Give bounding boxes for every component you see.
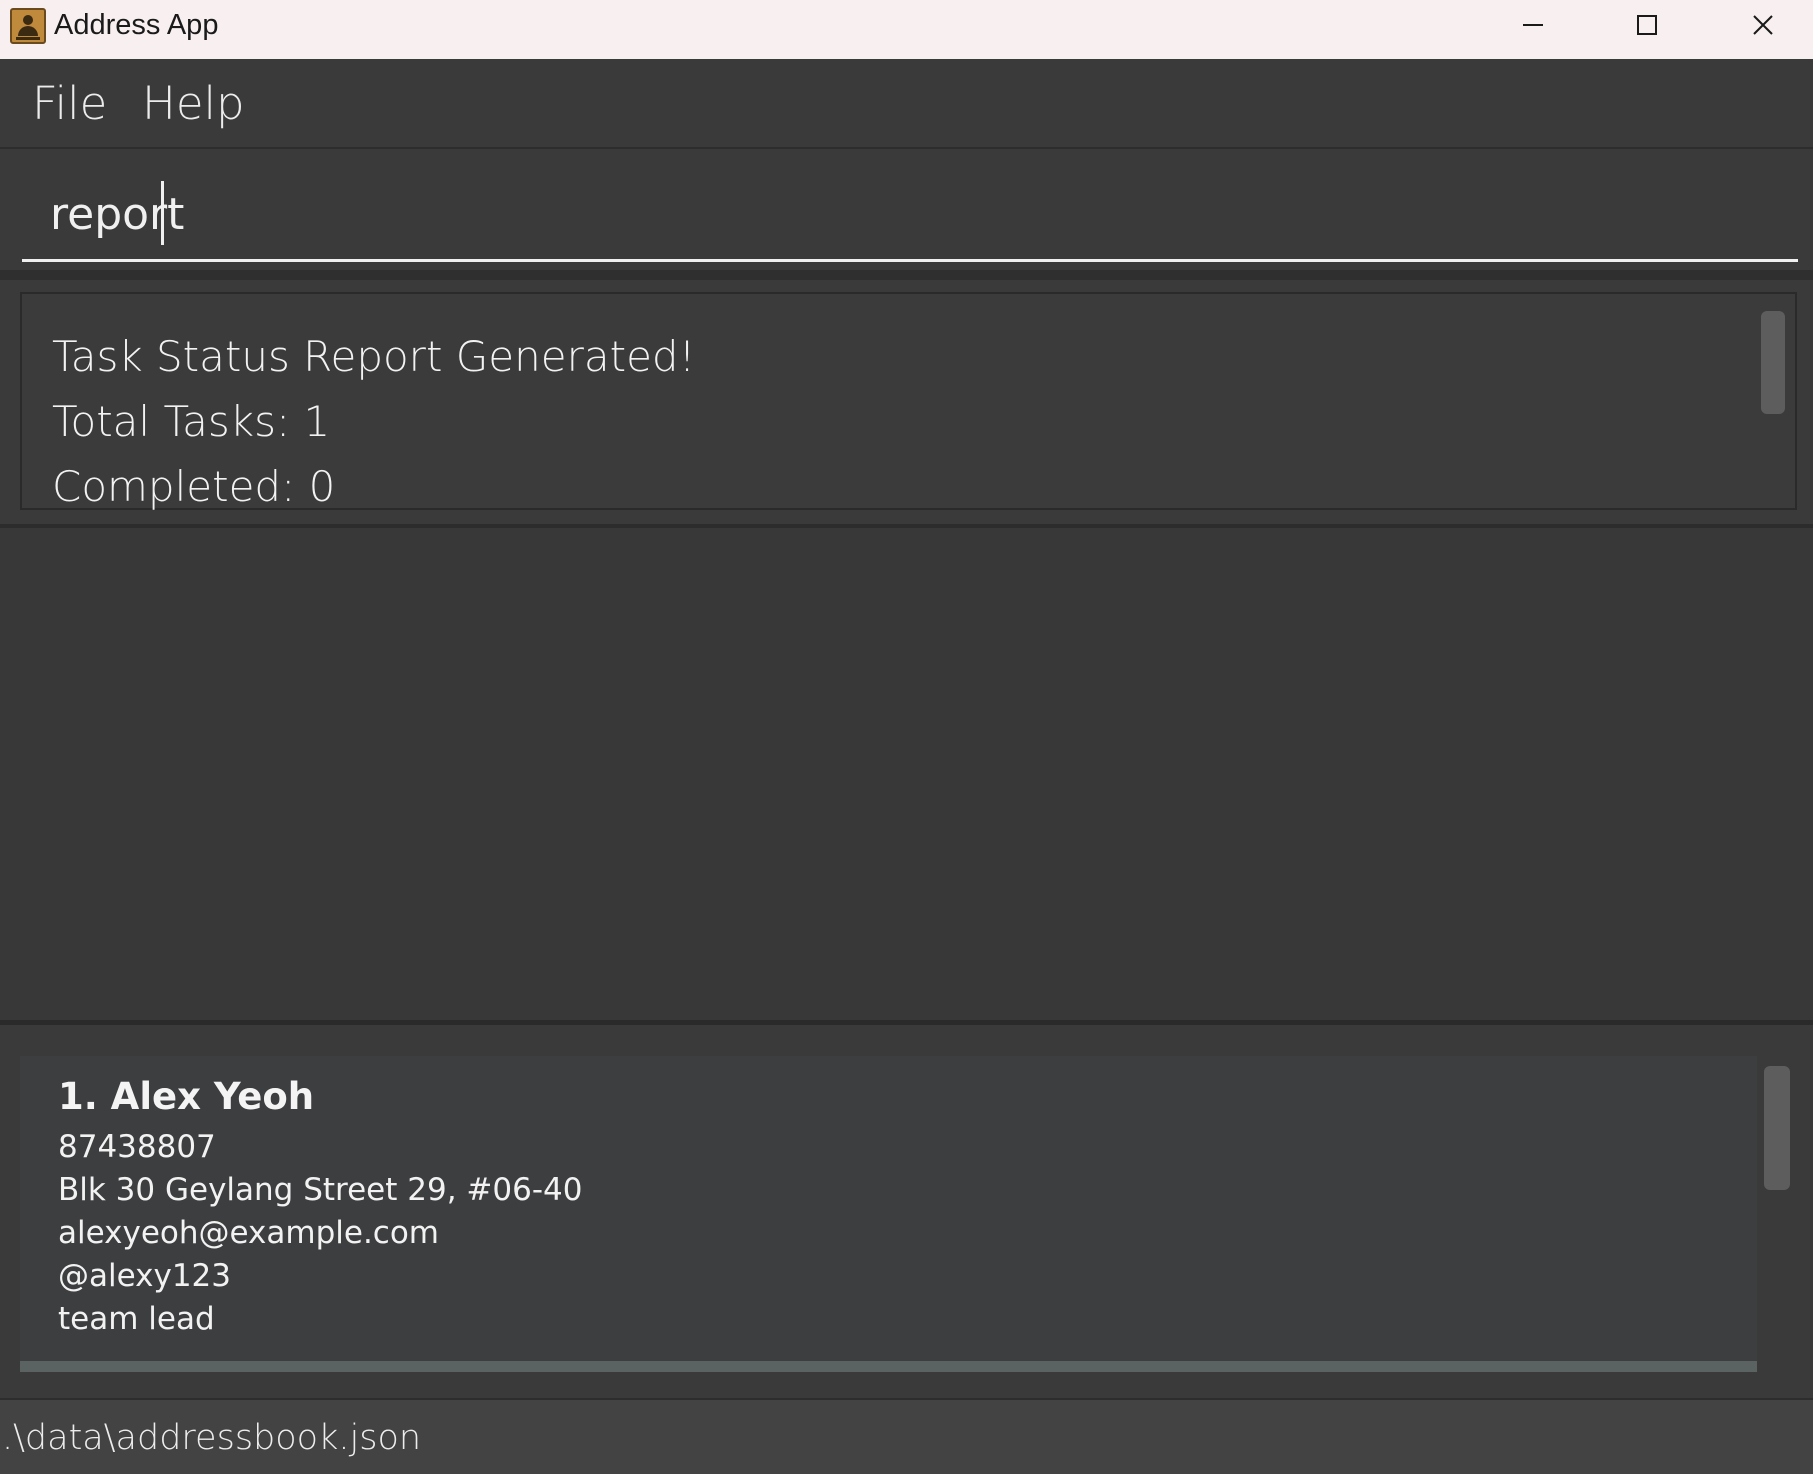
menu-bar: File Help <box>0 59 1813 149</box>
result-line: Completed: 0 <box>52 462 336 511</box>
person-name: 1. Alex Yeoh <box>58 1075 315 1118</box>
result-display-panel: Task Status Report Generated! Total Task… <box>0 280 1813 528</box>
person-handle: @alexy123 <box>58 1258 231 1294</box>
person-card[interactable]: 1. Alex Yeoh 87438807 Blk 30 Geylang Str… <box>20 1056 1757 1372</box>
save-location-path: .\data\addressbook.json <box>2 1418 422 1458</box>
minimize-icon <box>1523 24 1543 26</box>
command-input[interactable] <box>22 170 1798 262</box>
minimize-button[interactable] <box>1478 0 1588 50</box>
menu-file[interactable]: File <box>32 77 107 130</box>
close-button[interactable] <box>1708 0 1813 50</box>
empty-panel <box>0 528 1813 1025</box>
person-role: team lead <box>58 1301 215 1337</box>
address-book-icon <box>10 8 46 44</box>
person-email: alexyeoh@example.com <box>58 1215 440 1251</box>
command-box <box>0 150 1813 280</box>
text-caret <box>161 181 164 245</box>
result-line: Total Tasks: 1 <box>52 397 331 446</box>
menu-help[interactable]: Help <box>142 77 245 130</box>
person-list: 1. Alex Yeoh 87438807 Blk 30 Geylang Str… <box>0 1030 1813 1398</box>
result-line: Task Status Report Generated! <box>52 332 696 381</box>
window-titlebar: Address App <box>0 0 1813 59</box>
person-phone: 87438807 <box>58 1129 216 1165</box>
status-bar: .\data\addressbook.json <box>0 1398 1813 1474</box>
result-scrollbar-thumb[interactable] <box>1761 311 1785 414</box>
list-scrollbar-thumb[interactable] <box>1764 1066 1790 1190</box>
close-icon <box>1753 15 1773 35</box>
maximize-icon <box>1637 15 1657 35</box>
window-title: Address App <box>54 9 219 41</box>
result-display: Task Status Report Generated! Total Task… <box>20 292 1797 511</box>
maximize-button[interactable] <box>1592 0 1702 50</box>
person-address: Blk 30 Geylang Street 29, #06-40 <box>58 1172 583 1208</box>
